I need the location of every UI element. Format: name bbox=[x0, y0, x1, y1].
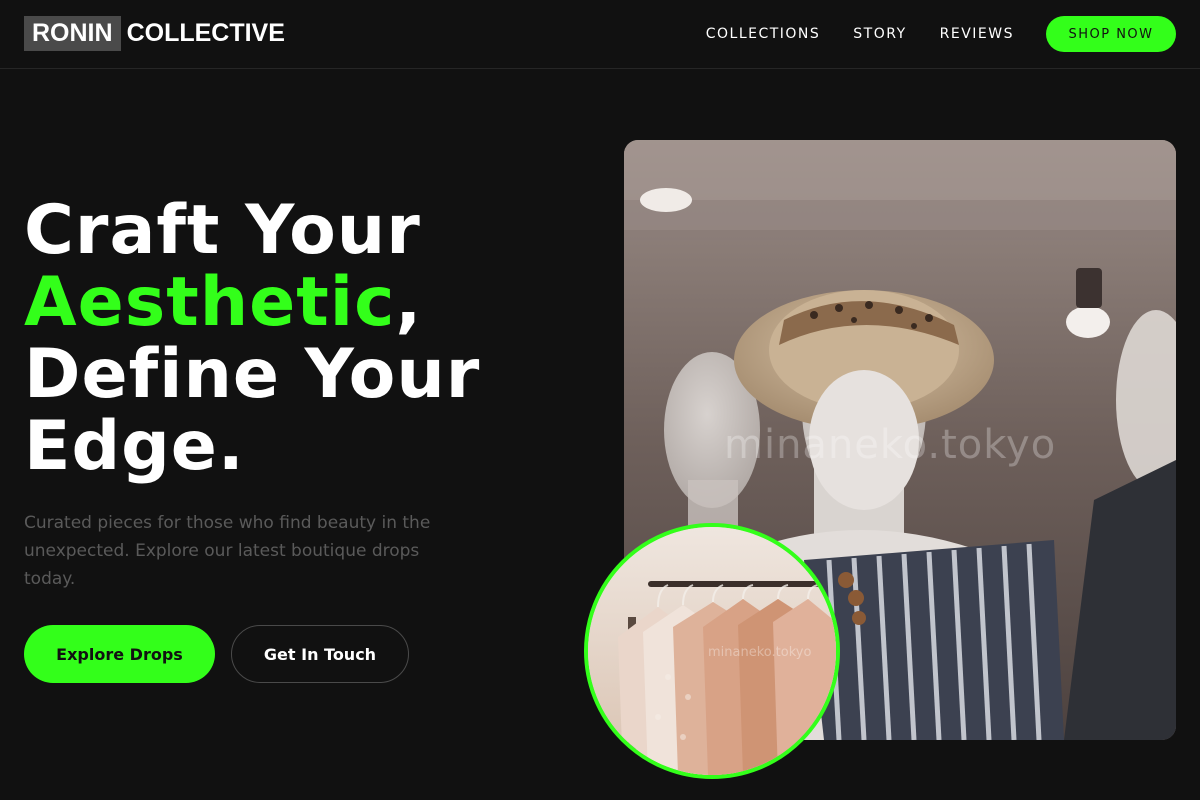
circle-image-watermark: minaneko.tokyo bbox=[708, 645, 812, 660]
hero-title-comma: , bbox=[395, 263, 423, 342]
hero-title-line4: Edge. bbox=[24, 407, 245, 486]
main-nav: COLLECTIONS STORY REVIEWS bbox=[706, 24, 1014, 44]
site-header: RONIN COLLECTIVE COLLECTIONS STORY REVIE… bbox=[0, 0, 1200, 69]
nav-link-collections[interactable]: COLLECTIONS bbox=[706, 24, 821, 44]
hero-image-watermark: minaneko.tokyo bbox=[724, 422, 1057, 468]
shop-now-button[interactable]: SHOP NOW bbox=[1046, 16, 1176, 52]
hero-description: Curated pieces for those who find beauty… bbox=[24, 513, 431, 589]
logo-text: COLLECTIVE bbox=[126, 19, 285, 47]
explore-drops-button[interactable]: Explore Drops bbox=[24, 625, 215, 683]
logo-box: RONIN bbox=[24, 16, 121, 51]
hero-circle-image: minaneko.tokyo bbox=[584, 523, 840, 779]
nav-link-story[interactable]: STORY bbox=[853, 24, 906, 44]
nav-link-reviews[interactable]: REVIEWS bbox=[940, 24, 1014, 44]
hero-title: Craft Your Aesthetic, Define Your Edge. bbox=[24, 195, 584, 483]
hero-title-accent: Aesthetic bbox=[24, 263, 396, 342]
get-in-touch-button[interactable]: Get In Touch bbox=[231, 625, 409, 683]
hero-title-line1: Craft Your bbox=[24, 191, 421, 270]
brand-logo[interactable]: RONIN COLLECTIVE bbox=[24, 16, 285, 51]
hero-title-line3: Define Your bbox=[24, 335, 481, 414]
